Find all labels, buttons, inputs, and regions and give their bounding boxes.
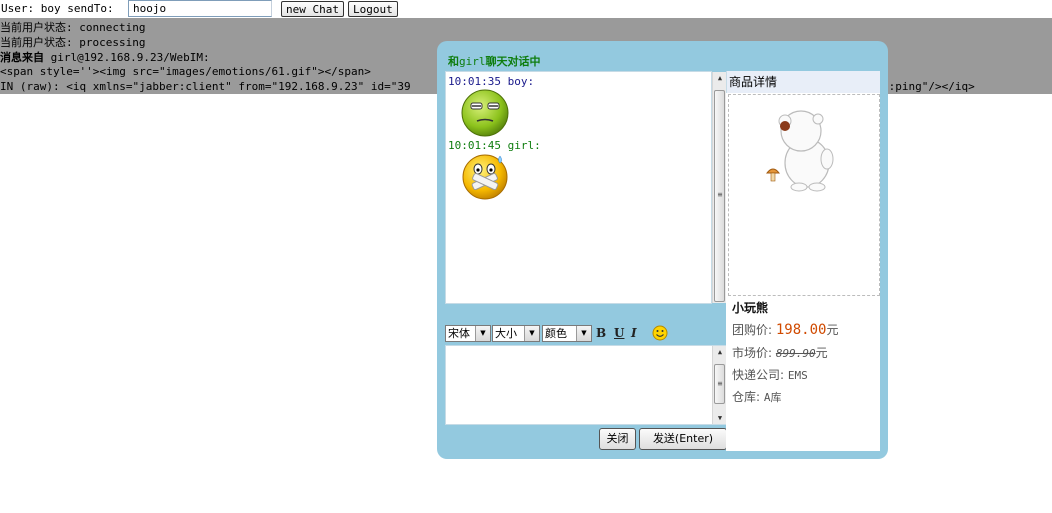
color-select-value: 颜色 <box>545 327 567 340</box>
send-button[interactable]: 发送(Enter) <box>639 428 727 450</box>
color-select[interactable]: 颜色 ▼ <box>542 325 592 342</box>
group-price-label: 团购价: <box>732 323 773 337</box>
message-from-value: girl@192.168.9.23/WebIM: <box>50 51 210 64</box>
raw-log-line: IN (raw): <iq xmlns="jabber:client" from… <box>0 80 411 93</box>
bandaged-face-emoticon <box>462 154 508 200</box>
chat-title-suffix: 聊天对话中 <box>485 55 541 68</box>
shipping-label: 快递公司: <box>732 368 785 382</box>
market-price-row: 市场价: 899.90元 <box>732 344 828 361</box>
market-price-unit: 元 <box>815 346 828 360</box>
input-scrollbar[interactable]: ▲ ≡ ▼ <box>712 346 726 424</box>
bold-button[interactable]: B <box>596 326 606 340</box>
shipping-row: 快递公司: EMS <box>732 366 808 383</box>
scroll-down-arrow-icon[interactable]: ▼ <box>713 412 727 424</box>
scroll-up-arrow-icon[interactable]: ▲ <box>713 72 727 84</box>
chevron-down-icon: ▼ <box>576 326 591 341</box>
underline-button[interactable]: U <box>614 326 624 340</box>
message-scrollbar[interactable]: ▲ ≡ <box>712 72 726 303</box>
status-line-connecting: 当前用户状态: connecting <box>0 21 146 34</box>
close-button[interactable]: 关闭 <box>599 428 636 450</box>
market-price-label: 市场价: <box>732 346 773 360</box>
message-header: 10:01:45 girl: <box>448 139 541 152</box>
size-select[interactable]: 大小 ▼ <box>492 325 540 342</box>
raw-log-line-tail: p:ping"/></iq> <box>882 80 975 93</box>
teddy-bear-image <box>765 110 834 192</box>
font-select-value: 宋体 <box>448 327 470 340</box>
chat-title: 和girl聊天对话中 <box>448 53 541 69</box>
user-sendto-label: User: boy sendTo: <box>1 2 114 15</box>
warehouse-label: 仓库: <box>732 390 761 404</box>
chat-title-user: girl <box>459 55 486 68</box>
chat-window: 和girl聊天对话中 10:01:35 boy: 10:01:45 girl: … <box>437 41 888 459</box>
html-log-line: <span style=''><img src="images/emotions… <box>0 65 371 78</box>
logout-button[interactable]: Logout <box>348 1 398 17</box>
grip-icon: ≡ <box>717 379 723 388</box>
scroll-up-arrow-icon[interactable]: ▲ <box>713 346 727 358</box>
group-price-unit: 元 <box>826 323 839 337</box>
italic-button[interactable]: I <box>631 326 637 340</box>
message-from-line: 消息来自 girl@192.168.9.23/WebIM: <box>0 49 210 65</box>
size-select-value: 大小 <box>495 327 517 340</box>
message-input[interactable]: ▲ ≡ ▼ <box>445 345 726 425</box>
warehouse-row: 仓库: A库 <box>732 388 782 405</box>
smiley-icon[interactable] <box>652 325 668 341</box>
product-panel: 商品详情 小玩熊 团购价: 198.00元 市场价: 899.90元 快递公司:… <box>726 71 880 451</box>
scrollbar-thumb[interactable]: ≡ <box>714 90 725 302</box>
product-header: 商品详情 <box>726 71 880 93</box>
annoyed-face-emoticon <box>461 89 509 137</box>
product-name: 小玩熊 <box>732 301 769 315</box>
shipping-value: EMS <box>787 369 808 382</box>
warehouse-value: A库 <box>763 391 782 404</box>
product-image <box>728 94 880 296</box>
chat-title-prefix: 和 <box>448 55 459 68</box>
new-chat-button[interactable]: new Chat <box>281 1 344 17</box>
group-price-row: 团购价: 198.00元 <box>732 321 838 338</box>
market-price-value: 899.90 <box>775 347 816 360</box>
sendto-input[interactable] <box>128 0 272 17</box>
group-price-value: 198.00 <box>775 322 827 338</box>
scrollbar-thumb[interactable]: ≡ <box>714 364 725 404</box>
chevron-down-icon: ▼ <box>475 326 490 341</box>
format-toolbar: 宋体 ▼ 大小 ▼ 颜色 ▼ B U I <box>445 322 726 344</box>
status-line-processing: 当前用户状态: processing <box>0 36 146 49</box>
message-header: 10:01:35 boy: <box>448 75 535 88</box>
message-history[interactable]: 10:01:35 boy: 10:01:45 girl: ▲ ≡ <box>445 71 726 304</box>
message-from-label: 消息来自 <box>0 51 44 64</box>
grip-icon: ≡ <box>717 190 723 199</box>
font-select[interactable]: 宋体 ▼ <box>445 325 491 342</box>
top-bar: User: boy sendTo: new Chat Logout <box>0 0 1052 18</box>
chevron-down-icon: ▼ <box>524 326 539 341</box>
